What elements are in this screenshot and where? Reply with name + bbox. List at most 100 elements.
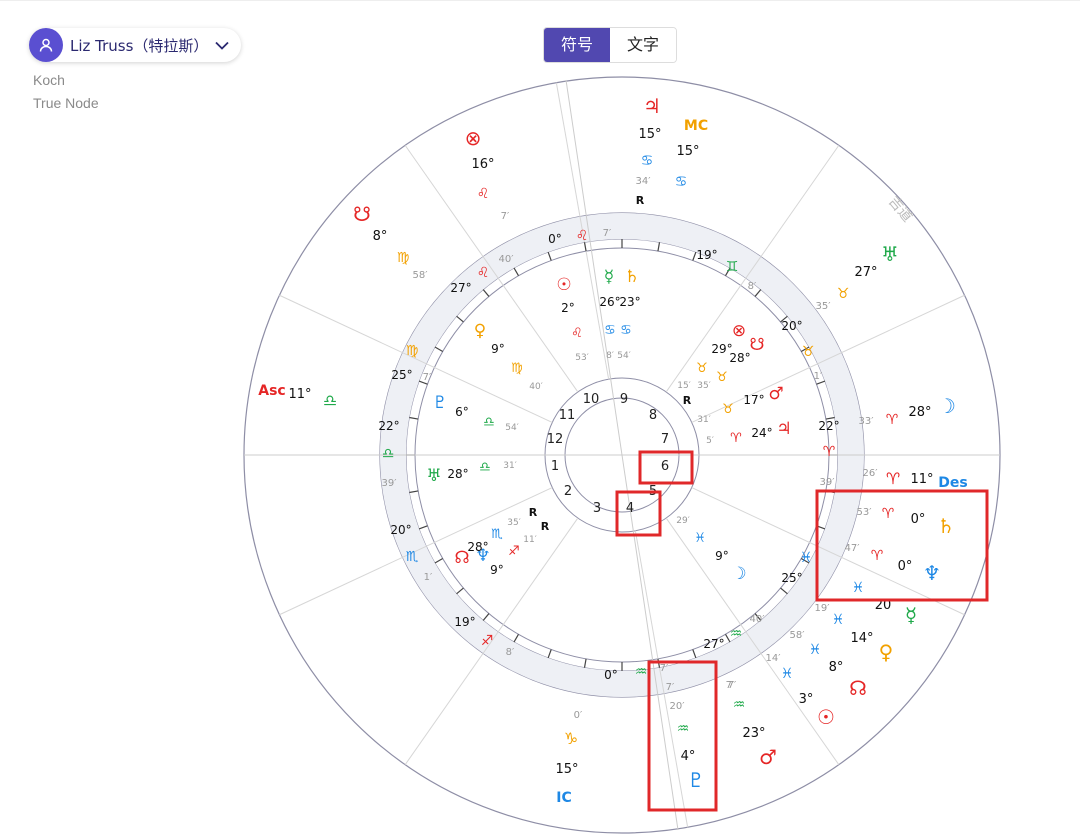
zodiac-tick [456,587,464,595]
natal-minute: 54′ [617,351,631,361]
des-sign: ♈ [886,469,900,488]
transit-planet-icon: ♅ [881,242,899,266]
natal-degree: 6° [455,405,469,419]
zodiac-tick [456,315,464,323]
natal-degree: 2° [561,301,575,315]
natal-degree: 17° [743,393,764,407]
natal-minute: 29′ [676,516,690,526]
cusp-minute: 8′ [748,281,757,292]
des-degree: 11° [910,472,933,487]
transit-degree: 23° [742,726,765,741]
zodiac-tick [583,658,587,668]
natal-planet-icon: ☽ [731,564,746,584]
natal-minute: 11′ [523,535,537,545]
natal-planet-icon: ☿ [604,267,614,287]
asc-degree: 11° [288,387,311,402]
natal-planet-icon: ♃ [776,419,791,439]
transit-minute: 33′ [859,416,875,427]
zodiac-tick [409,490,419,494]
cusp-degree: 0° [548,232,562,246]
transit-minute: 34′ [636,176,652,187]
natal-sign: ♏ [491,527,503,542]
retrograde-mark: R [636,194,645,207]
transit-sign: ♒ [733,697,746,713]
cusp-sign: ♒ [635,664,648,680]
house-number-9: 9 [620,392,628,407]
natal-planet-icon: ♄ [624,267,639,287]
natal-planet-icon: ♇ [432,393,447,413]
cusp-degree: 19° [454,615,475,629]
cusp-minute: 1′ [814,371,823,382]
cusp-sign: ♒ [730,626,743,642]
retrograde-mark: R [529,506,538,519]
natal-minute: 54′ [505,423,519,433]
house-number-8: 8 [649,408,657,423]
zodiac-tick [657,242,661,252]
natal-degree: 28° [729,351,750,365]
cusp-sign: ♍ [406,343,419,359]
cusp-sign: ♈ [823,444,836,460]
angle-des: Des [938,475,967,491]
natal-minute: 35′ [507,518,521,528]
transit-degree: 27° [854,265,877,280]
house-number-2: 2 [564,484,572,499]
cusp-minute: 1′ [424,572,433,583]
natal-sign: ♍ [511,361,523,376]
cusp-sign: ♌ [576,228,589,244]
natal-sign: ♎ [483,415,495,430]
zodiac-tick [482,289,490,297]
transit-sign: ♌ [477,186,490,202]
cusp-degree: 25° [781,571,802,585]
cusp-degree: 25° [391,368,412,382]
transit-planet-icon: ♆ [923,561,941,585]
transit-sign: ♓ [832,612,845,628]
house-number-10: 10 [583,392,600,407]
transit-minute: 58′ [790,630,806,641]
natal-planet-icon: ☉ [556,275,571,295]
natal-degree: 24° [751,426,772,440]
cusp-sign: ♉ [802,344,815,360]
natal-sign: ♋ [604,323,616,338]
natal-sign: ♐ [508,544,520,559]
cusp-degree: 22° [818,419,839,433]
house-number-3: 3 [593,501,601,516]
zodiac-tick [434,557,444,564]
zodiac-tick [547,251,552,261]
transit-sign: ♋ [641,153,654,169]
house-number-12: 12 [547,432,564,447]
cusp-minute: 7′ [666,682,675,693]
transit-planet-icon: ☉ [817,705,835,729]
transit-sign: ♈ [886,412,899,428]
transit-planet-icon: ♂ [759,745,777,769]
cusp-minute: 7′ [603,228,612,239]
transit-minute: 7′ [501,211,510,222]
cusp-minute: 40′ [499,254,515,265]
zodiac-tick [547,649,552,659]
natal-minute: 5′ [706,436,714,446]
house-number-1: 1 [551,459,559,474]
asc-sign: ♎ [323,391,337,410]
angle-ic: IC [556,790,571,806]
natal-sign: ♎ [479,460,491,475]
transit-planet-icon: ♀ [879,640,894,664]
cusp-degree: 22° [378,419,399,433]
transit-degree: 16° [471,157,494,172]
transit-planet-icon: ☽ [938,394,956,418]
transit-minute: 20′ [670,701,686,712]
zodiac-tick [692,649,697,659]
transit-degree: 8° [829,660,844,675]
natal-planet-icon: ☋ [749,335,764,355]
natal-minute: 15′ [677,381,691,391]
cusp-minute: 39′ [382,478,398,489]
transit-minute: 35′ [816,301,832,312]
cusp-sign: ♏ [406,549,419,565]
house-number-4: 4 [626,501,634,516]
cusp-degree: 27° [450,281,471,295]
natal-degree: 28° [467,540,488,554]
natal-degree: 23° [619,295,640,309]
natal-sign: ♓ [694,531,706,546]
natal-minute: 8′ [606,351,614,361]
transit-planet-icon: ⊗ [465,126,482,150]
natal-sign: ♉ [722,402,734,417]
transit-planet-icon: ☿ [905,603,917,627]
